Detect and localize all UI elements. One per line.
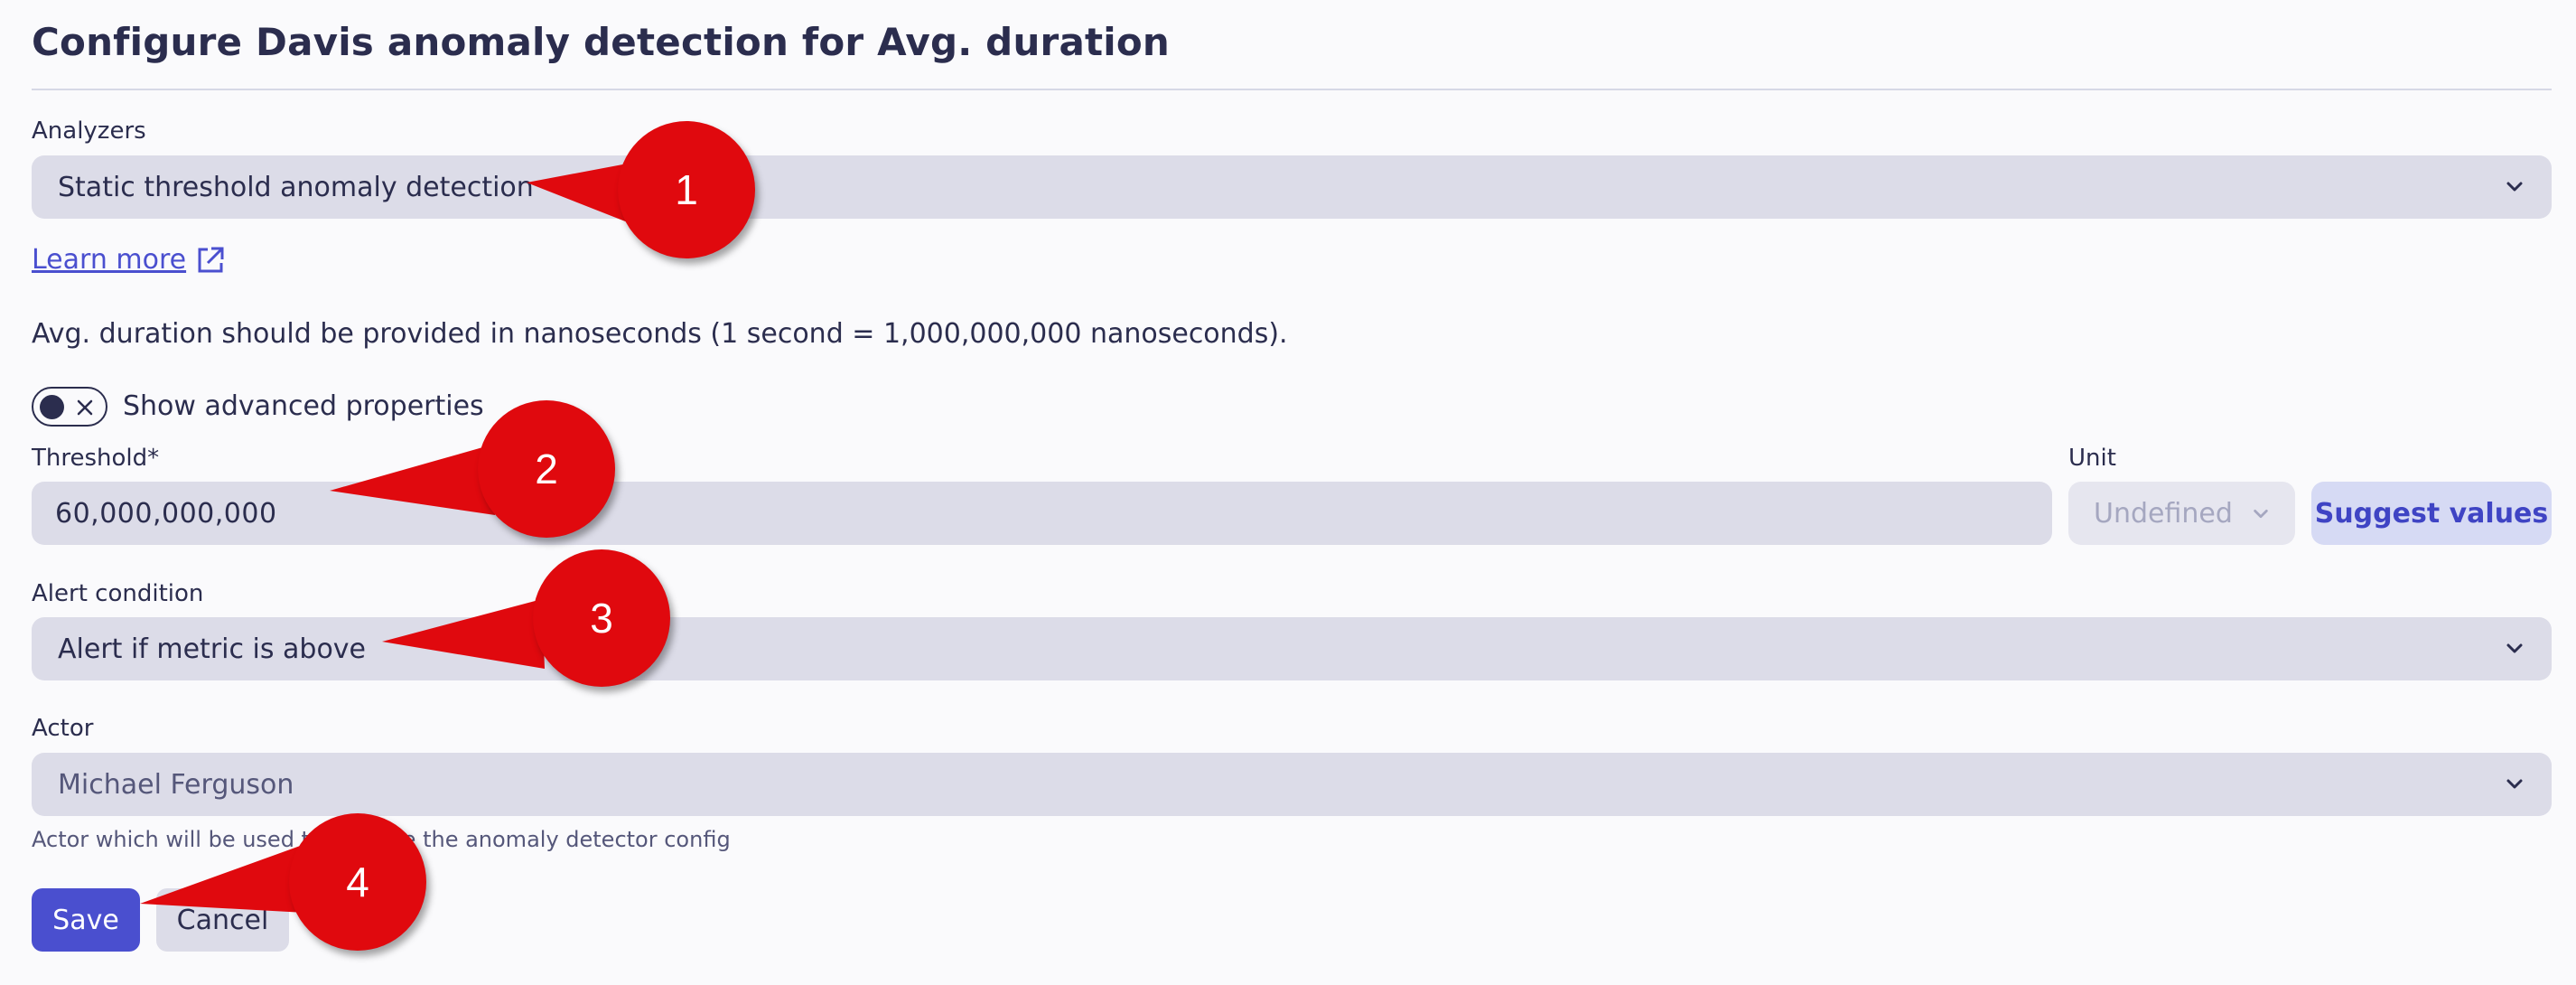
callout-3: 3 bbox=[533, 549, 670, 687]
callout-4-pointer bbox=[140, 845, 305, 913]
callout-4: 4 bbox=[289, 813, 426, 951]
callout-2-pointer bbox=[330, 445, 495, 515]
callout-3-pointer bbox=[382, 599, 545, 669]
callout-2: 2 bbox=[478, 400, 615, 538]
callout-1: 1 bbox=[618, 121, 755, 258]
